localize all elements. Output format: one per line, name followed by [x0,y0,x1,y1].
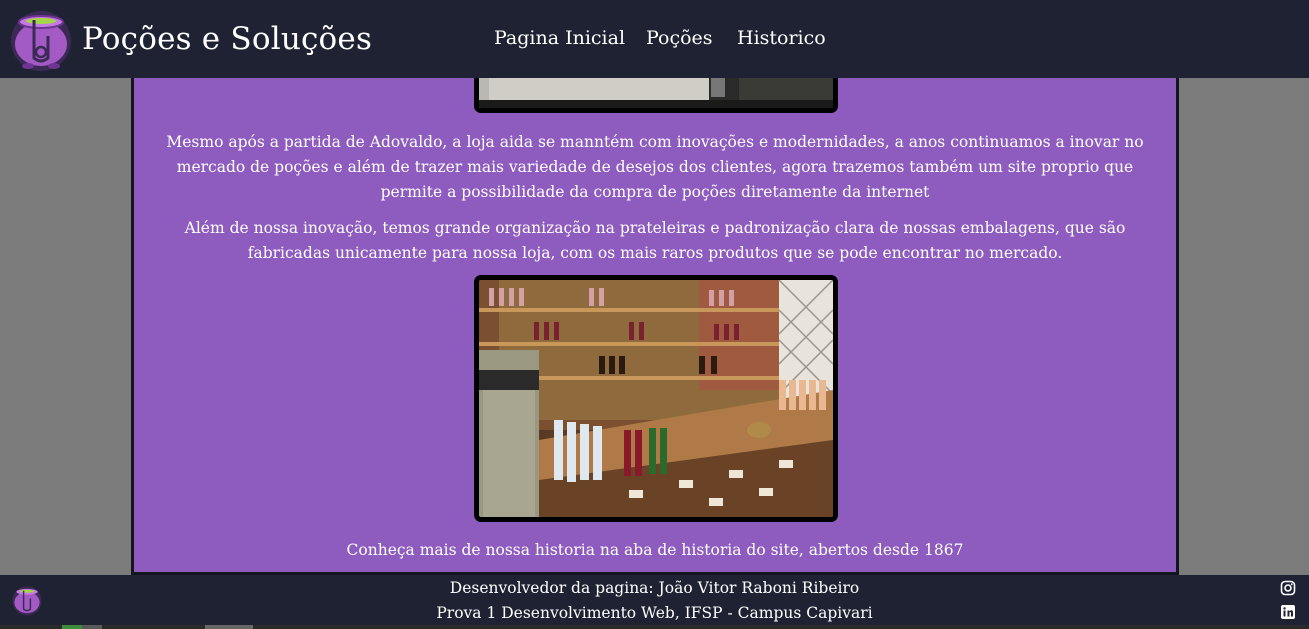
nav-link-pagina-inicial[interactable]: Pagina Inicial [494,27,625,49]
cauldron-logo-icon[interactable] [8,6,74,72]
site-header: Poções e Soluções Pagina Inicial Poções … [0,0,1309,78]
developer-credit: Desenvolvedor da pagina: João Vitor Rabo… [449,579,860,597]
nav-link-pocoes[interactable]: Poções [646,27,713,49]
taskbar-strip [0,625,1309,629]
intro-paragraph: Mesmo após a partida de Adovaldo, a loja… [166,133,1144,201]
linkedin-icon[interactable] [1280,604,1296,620]
nav-link-historico[interactable]: Historico [737,27,826,49]
course-credit: Prova 1 Desenvolvimento Web, IFSP - Camp… [436,604,873,622]
brand-title: Poções e Soluções [82,21,373,57]
organization-paragraph: Além de nossa inovação, temos grande org… [184,219,1126,262]
history-link-paragraph: Conheça mais de nossa historia na aba de… [346,541,964,559]
instagram-icon[interactable] [1280,580,1296,596]
taskbar-item [82,625,102,629]
taskbar-item [205,625,253,629]
site-footer: Desenvolvedor da pagina: João Vitor Rabo… [0,575,1309,629]
content-panel: Mesmo após a partida de Adovaldo, a loja… [131,50,1179,575]
taskbar-item [62,625,82,629]
potion-shelves-photo [474,275,838,522]
